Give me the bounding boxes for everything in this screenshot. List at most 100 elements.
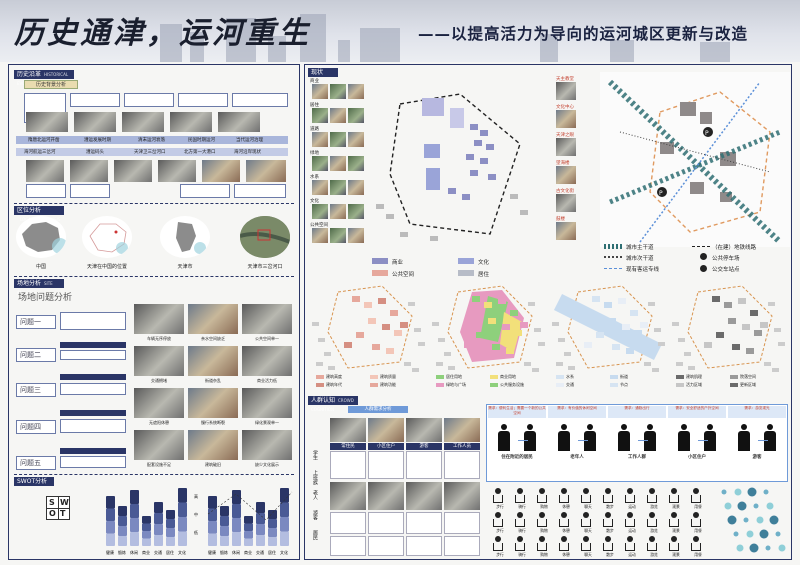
activity-icon [649, 512, 655, 518]
legend-swatch [490, 383, 498, 387]
person-head [621, 424, 627, 430]
people-photo [406, 418, 442, 442]
activity-icon [517, 488, 523, 494]
bus-stop-icon [700, 265, 707, 272]
problem-label: 问题三 [16, 383, 56, 397]
legend-swatch [458, 270, 474, 276]
problem-desc [60, 350, 126, 360]
problem-photo-caption: 缺少文化展示 [255, 462, 279, 467]
era-label: 天津卫三岔河口 [134, 150, 166, 155]
activity-icon [515, 495, 525, 503]
status-photo [330, 180, 346, 195]
activity-label: 用餐 [694, 552, 702, 557]
poster-title: 历史通津，运河重生 [14, 16, 311, 51]
swot-bar-segment [232, 532, 241, 546]
activity-label: 游览 [650, 552, 658, 557]
swot-bar-segment [232, 504, 241, 518]
activity-label: 聊天 [584, 552, 592, 557]
legend-label: 交通 [566, 382, 574, 387]
activity-icon [647, 543, 657, 551]
problem-label: 问题五 [16, 456, 56, 470]
activity-icon [625, 519, 635, 527]
swot-bar-segment [142, 523, 151, 531]
history-header: 历史沿革HISTORICAL EVOLUTION [14, 70, 74, 86]
landmark-photo [556, 82, 576, 100]
problem-photo-caption: 绿化景观单一 [255, 420, 279, 425]
activity-icon [671, 536, 677, 542]
activity-icon [493, 519, 503, 527]
activity-icon [649, 536, 655, 542]
activity-icon [627, 536, 633, 542]
history-photo [26, 160, 64, 182]
activity-label: 聊天 [584, 528, 592, 533]
landmark-photo [556, 166, 576, 184]
people-text-cell [444, 451, 480, 479]
status-photo [330, 84, 346, 99]
swot-bar-segment [220, 536, 229, 546]
problem-desc [60, 456, 126, 468]
legend-label: 公共服务设施 [500, 382, 524, 387]
swot-bar-segment [166, 519, 175, 528]
activity-label: 休憩 [562, 528, 570, 533]
swot-bar-segment [178, 488, 187, 503]
swot-x-label: 交通 [154, 549, 162, 555]
activity-icon [693, 512, 699, 518]
era-label: 漕运发展时期 [84, 138, 111, 143]
status-photo [348, 156, 364, 171]
status-photo [312, 84, 328, 99]
tianjin-city-map [160, 216, 210, 258]
people-text-cell [330, 536, 366, 556]
legend-label: 城市主干道 [626, 245, 654, 251]
person-silhouette [738, 431, 750, 451]
history-photo [158, 160, 196, 182]
legend-label: 公共空间 [392, 272, 415, 278]
swot-level-label: 中 [194, 511, 198, 517]
person-head [561, 424, 567, 430]
activity-icon [669, 519, 679, 527]
swot-x-label: 居住 [166, 549, 174, 555]
activity-icon [605, 488, 611, 494]
era-label: 北方第一大港口 [184, 150, 216, 155]
swot-x-label: 居住 [268, 549, 276, 555]
site-header: 场地分析 SITE ANALYSIS [14, 279, 64, 295]
activity-label: 运动 [628, 528, 636, 533]
activity-icon [605, 512, 611, 518]
era-label: 清末运河衰落 [138, 138, 165, 143]
flow-arrow [698, 440, 708, 441]
swot-bar-segment [118, 506, 127, 516]
legend-swatch [372, 270, 388, 276]
era-label: 隋唐北运河开凿 [28, 138, 60, 143]
legend-swatch [316, 383, 324, 387]
problem-photo-caption: 建筑破旧 [205, 462, 221, 467]
activity-icon [625, 543, 635, 551]
swot-bar-segment [268, 528, 277, 537]
status-photo [312, 156, 328, 171]
activity-icon [493, 543, 503, 551]
problem-desc [60, 312, 126, 330]
swot-bar-segment [154, 524, 163, 535]
status-photo [312, 228, 328, 243]
activity-icon [583, 488, 589, 494]
swot-bar-segment [118, 526, 127, 536]
swot-bar-segment [256, 513, 265, 524]
swot-bar-segment [106, 533, 115, 546]
people-column-header: 工作人员 [444, 443, 480, 450]
activity-label: 观景 [672, 552, 680, 557]
activity-label: 游览 [650, 528, 658, 533]
history-photo [122, 112, 164, 132]
activity-icon [581, 495, 591, 503]
person-silhouette [644, 431, 656, 451]
problem-photo-caption: 街道杂乱 [205, 378, 221, 383]
legend-swatch [370, 375, 378, 379]
status-photo [348, 204, 364, 219]
activity-label: 步行 [496, 552, 504, 557]
person-silhouette [524, 431, 536, 451]
activity-label: 步行 [496, 528, 504, 533]
flow-need-text: 需求：便利生活；需要一个新的公共空间 [488, 406, 546, 415]
history-photo [202, 160, 240, 182]
people-group-label: 上班族 [312, 470, 318, 485]
history-photo [70, 160, 108, 182]
swot-bar-segment [280, 517, 289, 532]
swot-bar-segment [220, 516, 229, 526]
location-label: 天津市三岔河口 [247, 264, 283, 270]
